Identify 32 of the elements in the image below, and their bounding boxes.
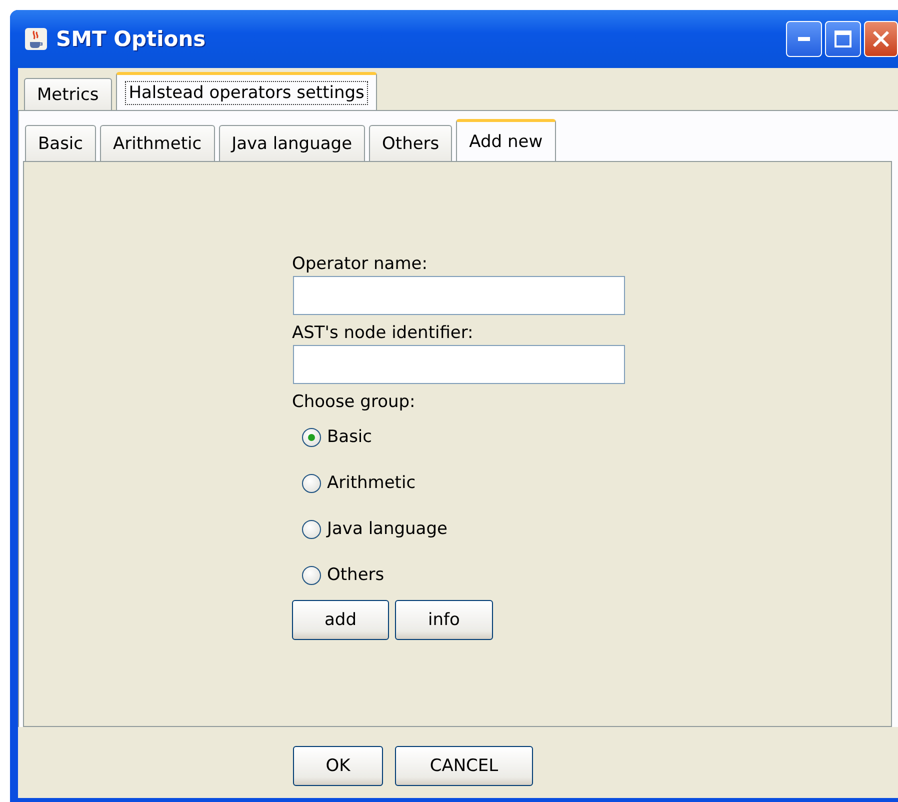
radio-label: Others [327,565,384,585]
field-label: Operator name: [292,253,428,276]
radio-button[interactable] [302,474,321,492]
radio-label: Java language [327,519,448,539]
radio-button[interactable] [302,520,321,538]
tab[interactable]: Basic [25,125,96,161]
tab[interactable]: Halstead operators settings [116,72,378,110]
text-field[interactable] [293,276,625,315]
minimize-icon [798,37,810,41]
tab[interactable]: Arithmetic [100,125,215,161]
close-icon [872,30,890,48]
close-button[interactable] [864,21,898,57]
tab[interactable]: Metrics [24,78,112,110]
text-field[interactable] [293,345,625,384]
maximize-button[interactable] [825,21,861,57]
radio-label: Arithmetic [327,473,416,493]
java-cup-icon [24,27,48,51]
minimize-button[interactable] [786,21,822,57]
add-button[interactable]: add [292,600,389,640]
cancel-button[interactable]: CANCEL [395,746,533,786]
radio-button[interactable] [302,428,321,446]
tab[interactable]: Java language [218,125,366,161]
tab[interactable]: Add new [456,119,556,161]
ok-button[interactable]: OK [293,746,383,786]
radio-label: Basic [327,427,372,447]
radio-button[interactable] [302,566,321,584]
tab[interactable]: Others [369,125,452,161]
field-label: AST's node identifier: [292,322,474,345]
window-title: SMT Options [56,27,207,51]
info-button[interactable]: info [395,600,493,640]
group-label: Choose group: [292,391,416,414]
maximize-icon [834,30,852,48]
